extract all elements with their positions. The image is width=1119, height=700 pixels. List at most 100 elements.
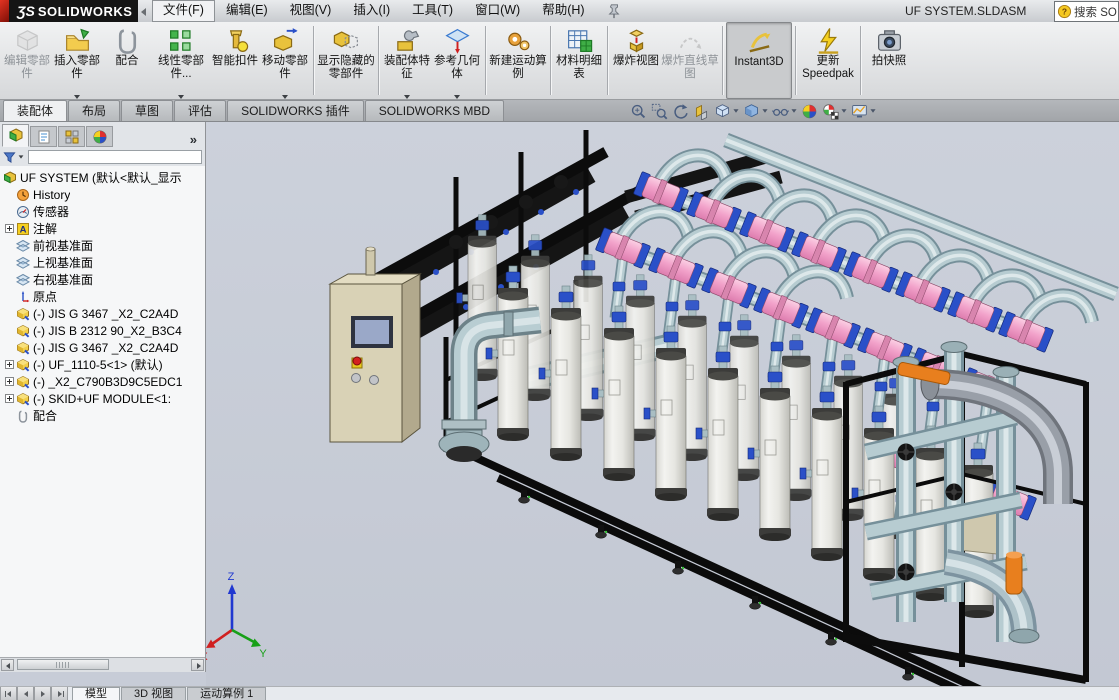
last-tab-button[interactable]: [51, 687, 68, 700]
headsup-section-view[interactable]: [693, 103, 710, 120]
triad-y-label: Y: [259, 648, 267, 660]
tab-装配体[interactable]: 装配体: [3, 100, 67, 121]
dropdown-caret-icon[interactable]: [791, 109, 796, 112]
toolbar-button-speedpak[interactable]: 更新Speedpak: [799, 22, 857, 99]
zoom-fit-icon: [630, 103, 647, 120]
scrollbar-thumb[interactable]: [17, 659, 109, 670]
logo-mark: ƷS: [17, 3, 35, 19]
bottom-tab-3D 视图[interactable]: 3D 视图: [121, 687, 186, 700]
tree-item-9[interactable]: (-) JIS B 2312 90_X2_B3C4: [0, 322, 205, 339]
toolbar-button-linear-pattern[interactable]: 线性零部件...: [152, 22, 210, 99]
tab-评估[interactable]: 评估: [174, 100, 226, 121]
menu-2[interactable]: 编辑(E): [215, 0, 279, 22]
headsup-hide-show[interactable]: [772, 103, 797, 120]
tree-item-4[interactable]: 前视基准面: [0, 237, 205, 254]
scroll-left-button[interactable]: [1, 659, 14, 671]
bottom-tab-运动算例 1[interactable]: 运动算例 1: [187, 687, 266, 700]
toolbar-button-instant3d[interactable]: Instant3D: [726, 22, 792, 99]
tab-SOLIDWORKS MBD[interactable]: SOLIDWORKS MBD: [365, 100, 504, 121]
headsup-view-settings[interactable]: [851, 103, 876, 120]
dropdown-caret-icon[interactable]: [762, 109, 767, 112]
tree-item-11[interactable]: (-) UF_1110-5<1> (默认): [0, 356, 205, 373]
tree-item-13[interactable]: (-) SKID+UF MODULE<1:: [0, 390, 205, 407]
tree-item-8[interactable]: (-) JIS G 3467 _X2_C2A4D: [0, 305, 205, 322]
headsup-appearance[interactable]: [801, 103, 818, 120]
previous-tab-button[interactable]: [17, 687, 34, 700]
scroll-right-button[interactable]: [191, 659, 204, 671]
dropdown-caret-icon[interactable]: [178, 95, 184, 99]
tree-item-3[interactable]: A注解: [0, 220, 205, 237]
menu-1[interactable]: 文件(F): [152, 0, 215, 22]
pushpin-icon[interactable]: [606, 3, 622, 19]
toolbar-button-insert-component[interactable]: 插入零部件: [52, 22, 102, 99]
tree-item-7[interactable]: 原点: [0, 288, 205, 305]
dropdown-caret-icon[interactable]: [454, 95, 460, 99]
next-tab-button[interactable]: [34, 687, 51, 700]
tree-filter-input[interactable]: [28, 150, 202, 164]
tree-item-2[interactable]: 传感器: [0, 203, 205, 220]
tree-expander[interactable]: [3, 394, 16, 403]
dropdown-caret-icon[interactable]: [404, 95, 410, 99]
expand-plus-icon[interactable]: [5, 394, 14, 403]
tree-item-1[interactable]: History: [0, 186, 205, 203]
toolbar-button-exploded-view[interactable]: 爆炸视图: [611, 22, 661, 99]
tree-item-6[interactable]: 右视基准面: [0, 271, 205, 288]
tree-item-5[interactable]: 上视基准面: [0, 254, 205, 271]
panel-overflow-button[interactable]: »: [184, 132, 203, 147]
dropdown-caret-icon[interactable]: [282, 95, 288, 99]
expand-plus-icon[interactable]: [5, 224, 14, 233]
help-icon[interactable]: ?: [1057, 4, 1072, 19]
dropdown-caret-icon[interactable]: [74, 95, 80, 99]
bottom-tab-模型[interactable]: 模型: [72, 687, 120, 700]
dropdown-caret-icon[interactable]: [870, 109, 875, 112]
panel-tab-propertymanager[interactable]: [30, 126, 57, 147]
headsup-previous-view[interactable]: [672, 103, 689, 120]
expand-plus-icon[interactable]: [5, 377, 14, 386]
first-tab-button[interactable]: [0, 687, 17, 700]
filter-caret-icon[interactable]: [19, 155, 24, 158]
headsup-zoom-fit[interactable]: [630, 103, 647, 120]
panel-tab-configmanager[interactable]: [58, 126, 85, 147]
dropdown-caret-icon[interactable]: [841, 109, 846, 112]
headsup-view-orientation[interactable]: [714, 103, 739, 120]
toolbar-button-motion-study[interactable]: 新建运动算例: [489, 22, 547, 99]
search-box[interactable]: ? 搜索 SO: [1054, 1, 1119, 22]
tree-item-10[interactable]: (-) JIS G 3467 _X2_C2A4D: [0, 339, 205, 356]
tree-item-12[interactable]: (-) _X2_C790B3D9C5EDC1: [0, 373, 205, 390]
dropdown-caret-icon[interactable]: [733, 109, 738, 112]
toolbar-button-assembly-features[interactable]: 装配体特征: [382, 22, 432, 99]
control-cabinet: [330, 247, 420, 442]
headsup-scene[interactable]: [822, 103, 847, 120]
filter-funnel-icon[interactable]: [3, 151, 16, 164]
panel-tab-displaymanager[interactable]: [86, 126, 113, 147]
tree-expander[interactable]: [3, 377, 16, 386]
headsup-zoom-area[interactable]: [651, 103, 668, 120]
search-input[interactable]: 搜索 SO: [1074, 4, 1117, 20]
menu-6[interactable]: 窗口(W): [464, 0, 531, 22]
toolbar-button-smart-fasteners[interactable]: 智能扣件: [210, 22, 260, 99]
menu-5[interactable]: 工具(T): [401, 0, 464, 22]
tab-SOLIDWORKS 插件[interactable]: SOLIDWORKS 插件: [227, 100, 364, 121]
tab-布局[interactable]: 布局: [68, 100, 120, 121]
tree-expander[interactable]: [3, 360, 16, 369]
toolbar-button-bom[interactable]: 材料明细表: [554, 22, 604, 99]
toolbar-button-mate[interactable]: 配合: [102, 22, 152, 99]
headsup-display-style[interactable]: [743, 103, 768, 120]
tree-item-14[interactable]: 配合: [0, 407, 205, 424]
toolbar-separator: [378, 26, 379, 95]
menu-4[interactable]: 插入(I): [342, 0, 401, 22]
tab-草图[interactable]: 草图: [121, 100, 173, 121]
menu-3[interactable]: 视图(V): [279, 0, 343, 22]
menu-collapse-arrow-icon[interactable]: [141, 8, 146, 16]
toolbar-button-move-component[interactable]: 移动零部件: [260, 22, 310, 99]
tree-horizontal-scrollbar[interactable]: [0, 657, 205, 672]
toolbar-button-reference-geometry[interactable]: 参考几何体: [432, 22, 482, 99]
graphics-viewport[interactable]: X Y Z: [206, 122, 1119, 686]
tree-expander[interactable]: [3, 224, 16, 233]
tree-item-root[interactable]: UF SYSTEM (默认<默认_显示: [0, 169, 205, 186]
panel-tab-featuremanager[interactable]: [2, 124, 29, 147]
toolbar-button-snapshot[interactable]: 拍快照: [864, 22, 914, 99]
menu-7[interactable]: 帮助(H): [531, 0, 595, 22]
toolbar-button-show-hidden[interactable]: 显示隐藏的零部件: [317, 22, 375, 99]
expand-plus-icon[interactable]: [5, 360, 14, 369]
